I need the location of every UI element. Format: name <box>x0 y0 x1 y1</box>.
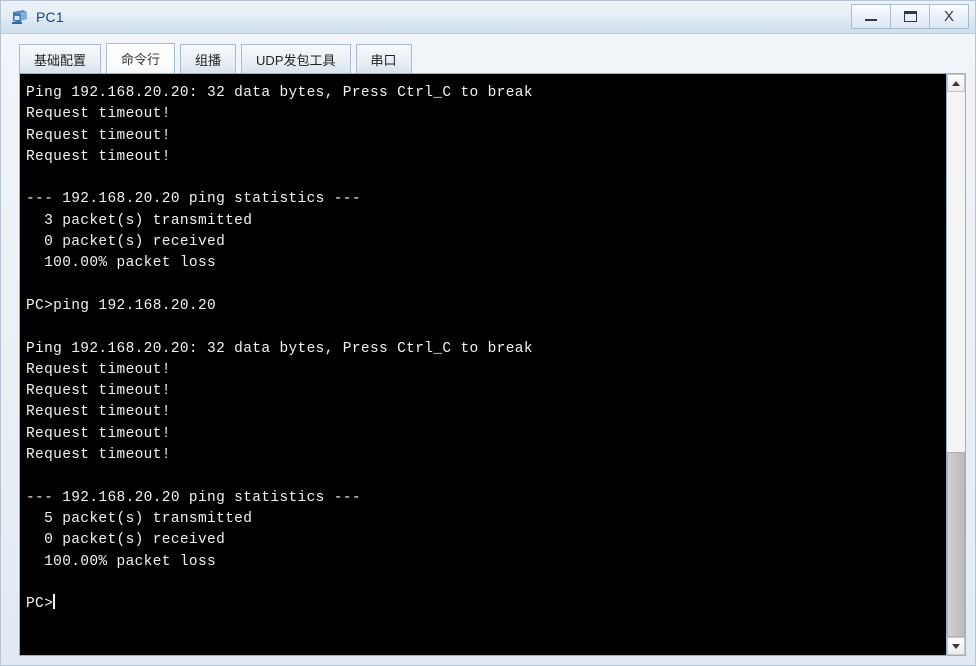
terminal-line: 100.00% packet loss <box>26 255 217 272</box>
terminal-panel: Ping 192.168.20.20: 32 data bytes, Press… <box>19 73 966 656</box>
terminal-line: Ping 192.168.20.20: 32 data bytes, Press… <box>26 85 533 101</box>
tab-label: 串口 <box>370 52 397 68</box>
tab-serial-port[interactable]: 串口 <box>355 44 412 73</box>
terminal-line: Request timeout! <box>26 148 171 165</box>
minimize-button[interactable] <box>851 4 891 29</box>
window-title: PC1 <box>36 9 64 25</box>
close-icon: X <box>943 8 954 25</box>
terminal-line: Request timeout! <box>26 127 171 144</box>
tab-label: 命令行 <box>121 52 161 67</box>
scrollbar-track[interactable] <box>947 92 965 637</box>
tab-basic-config[interactable]: 基础配置 <box>19 44 102 73</box>
tab-udp-packet-tool[interactable]: UDP发包工具 <box>241 44 351 73</box>
close-button[interactable]: X <box>929 4 969 29</box>
maximize-icon <box>903 11 917 22</box>
terminal-line: 100.00% packet loss <box>26 553 217 570</box>
window-titlebar: PC1 X <box>1 1 975 34</box>
terminal-line: 3 packet(s) transmitted <box>26 212 253 229</box>
minimize-icon <box>865 18 877 21</box>
terminal-line: 5 packet(s) transmitted <box>26 510 253 527</box>
terminal-line: --- 192.168.20.20 ping statistics --- <box>26 191 361 208</box>
tab-command-line[interactable]: 命令行 <box>106 43 176 73</box>
chevron-up-icon <box>952 80 960 86</box>
tab-bar: 基础配置 命令行 组播 UDP发包工具 串口 <box>10 42 966 73</box>
terminal-line: Request timeout! <box>26 404 171 421</box>
tab-multicast[interactable]: 组播 <box>180 44 237 73</box>
scroll-down-button[interactable] <box>947 637 965 655</box>
terminal-line: Request timeout! <box>26 447 171 464</box>
terminal-line: Ping 192.168.20.20: 32 data bytes, Press… <box>26 340 533 357</box>
terminal-line: Request timeout! <box>26 106 171 123</box>
window-client-area: 基础配置 命令行 组播 UDP发包工具 串口 Ping 192.168.20.2… <box>1 34 975 665</box>
terminal-line: Request timeout! <box>26 361 171 378</box>
scroll-up-button[interactable] <box>947 74 965 92</box>
scrollbar-thumb[interactable] <box>947 451 965 637</box>
terminal-prompt-line[interactable]: PC> <box>26 594 942 615</box>
maximize-button[interactable] <box>890 4 930 29</box>
pc-device-icon <box>10 7 30 27</box>
tab-label: UDP发包工具 <box>256 52 336 68</box>
terminal-line: PC>ping 192.168.20.20 <box>26 297 217 314</box>
terminal-cursor <box>53 594 56 610</box>
pc1-window: PC1 X 基础配置 命令行 组播 UDP发包工具 串口 Ping 192.16… <box>0 0 976 666</box>
window-controls: X <box>851 4 969 29</box>
tab-label: 组播 <box>195 52 222 68</box>
tab-label: 基础配置 <box>34 52 87 68</box>
chevron-down-icon <box>952 643 960 649</box>
terminal-scrollbar[interactable] <box>946 74 965 655</box>
terminal-output[interactable]: Ping 192.168.20.20: 32 data bytes, Press… <box>20 74 946 655</box>
terminal-line: Request timeout! <box>26 425 171 442</box>
terminal-line: 0 packet(s) received <box>26 532 226 549</box>
terminal-line: Request timeout! <box>26 383 171 400</box>
terminal-prompt: PC> <box>26 596 54 613</box>
terminal-line: --- 192.168.20.20 ping statistics --- <box>26 489 361 506</box>
terminal-line: 0 packet(s) received <box>26 234 226 251</box>
